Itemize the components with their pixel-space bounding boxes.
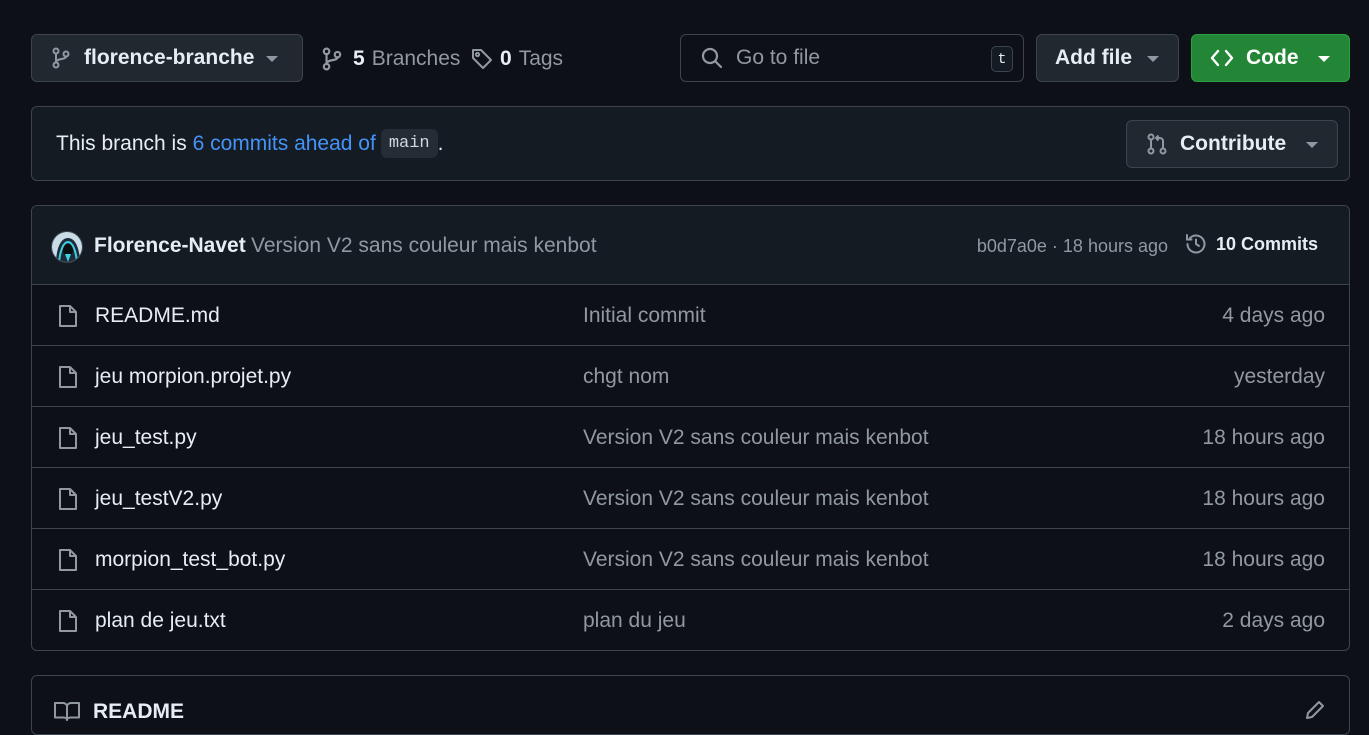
file-commit-message[interactable]: plan du jeu bbox=[583, 609, 686, 633]
file-icon bbox=[58, 426, 78, 450]
branch-name: florence-branche bbox=[84, 46, 255, 69]
ahead-suffix: . bbox=[437, 131, 444, 155]
commit-hash-and-time[interactable]: b0d7a0e · 18 hours ago bbox=[977, 236, 1168, 257]
file-commit-message[interactable]: Initial commit bbox=[583, 304, 706, 328]
git-branch-icon bbox=[322, 47, 342, 71]
avatar[interactable] bbox=[51, 231, 83, 263]
file-name[interactable]: plan de jeu.txt bbox=[95, 609, 226, 633]
branches-link[interactable]: 5 Branches bbox=[322, 44, 460, 74]
chevron-down-icon bbox=[1147, 56, 1159, 62]
file-commit-date: 4 days ago bbox=[1222, 304, 1325, 327]
file-icon bbox=[58, 548, 78, 572]
file-row[interactable]: jeu morpion.projet.py chgt nom yesterday bbox=[32, 346, 1349, 407]
branches-count: 5 bbox=[353, 47, 365, 70]
search-icon bbox=[701, 47, 723, 69]
branch-ahead-banner: This branch is 6 commits ahead of main .… bbox=[31, 106, 1350, 181]
git-branch-icon bbox=[52, 47, 70, 69]
commit-message[interactable]: Version V2 sans couleur mais kenbot bbox=[251, 234, 597, 258]
file-icon bbox=[58, 304, 78, 328]
contribute-button[interactable]: Contribute bbox=[1126, 120, 1338, 168]
latest-commit-bar: Florence-Navet Version V2 sans couleur m… bbox=[32, 206, 1349, 285]
tags-count: 0 bbox=[500, 47, 512, 70]
file-commit-date: 2 days ago bbox=[1222, 609, 1325, 632]
chevron-down-icon bbox=[1318, 56, 1330, 62]
file-commit-message[interactable]: Version V2 sans couleur mais kenbot bbox=[583, 426, 929, 450]
file-name[interactable]: jeu_testV2.py bbox=[95, 487, 222, 511]
code-icon bbox=[1210, 49, 1234, 67]
ahead-message: This branch is 6 commits ahead of main . bbox=[56, 129, 443, 158]
chevron-down-icon bbox=[1306, 142, 1318, 148]
file-name[interactable]: jeu_test.py bbox=[95, 426, 197, 450]
commits-count-label: 10 Commits bbox=[1215, 233, 1318, 254]
commits-history-link[interactable]: 10 Commits bbox=[1184, 232, 1318, 256]
commits-ahead-link[interactable]: 6 commits ahead of bbox=[193, 132, 376, 156]
file-row[interactable]: jeu_testV2.py Version V2 sans couleur ma… bbox=[32, 468, 1349, 529]
base-branch-label: main bbox=[380, 129, 438, 158]
branches-label: Branches bbox=[371, 47, 461, 70]
contribute-label: Contribute bbox=[1180, 132, 1287, 155]
file-name[interactable]: morpion_test_bot.py bbox=[95, 548, 285, 572]
file-commit-message[interactable]: Version V2 sans couleur mais kenbot bbox=[583, 487, 929, 511]
tag-icon bbox=[471, 48, 493, 70]
file-commit-date: 18 hours ago bbox=[1202, 426, 1325, 449]
file-commit-message[interactable]: Version V2 sans couleur mais kenbot bbox=[583, 548, 929, 572]
tags-link[interactable]: 0 Tags bbox=[471, 44, 563, 74]
pencil-icon[interactable] bbox=[1305, 700, 1325, 720]
chevron-down-icon bbox=[266, 56, 278, 62]
file-icon bbox=[58, 365, 78, 389]
keyboard-shortcut-hint: t bbox=[991, 46, 1013, 72]
readme-panel: README bbox=[31, 675, 1350, 735]
file-commit-date: 18 hours ago bbox=[1202, 548, 1325, 571]
code-button[interactable]: Code bbox=[1191, 34, 1350, 82]
pull-request-icon bbox=[1147, 133, 1167, 155]
file-commit-date: 18 hours ago bbox=[1202, 487, 1325, 510]
file-row[interactable]: README.md Initial commit 4 days ago bbox=[32, 285, 1349, 346]
add-file-label: Add file bbox=[1055, 46, 1132, 69]
file-row[interactable]: jeu_test.py Version V2 sans couleur mais… bbox=[32, 407, 1349, 468]
book-icon bbox=[54, 701, 80, 721]
add-file-button[interactable]: Add file bbox=[1036, 34, 1179, 82]
go-to-file-search[interactable]: t bbox=[680, 34, 1024, 82]
file-row[interactable]: morpion_test_bot.py Version V2 sans coul… bbox=[32, 529, 1349, 590]
history-icon bbox=[1184, 232, 1208, 256]
readme-title[interactable]: README bbox=[93, 700, 184, 724]
file-name[interactable]: jeu morpion.projet.py bbox=[95, 365, 291, 389]
commit-author[interactable]: Florence-Navet bbox=[94, 234, 246, 258]
file-icon bbox=[58, 609, 78, 633]
code-label: Code bbox=[1246, 46, 1299, 69]
ahead-prefix: This branch is bbox=[56, 131, 193, 155]
file-name[interactable]: README.md bbox=[95, 304, 220, 328]
file-row[interactable]: plan de jeu.txt plan du jeu 2 days ago bbox=[32, 590, 1349, 650]
branch-select-button[interactable]: florence-branche bbox=[31, 34, 303, 82]
search-input[interactable] bbox=[736, 46, 976, 70]
file-list: Florence-Navet Version V2 sans couleur m… bbox=[31, 205, 1350, 651]
file-commit-message[interactable]: chgt nom bbox=[583, 365, 669, 389]
file-commit-date: yesterday bbox=[1233, 365, 1325, 388]
file-icon bbox=[58, 487, 78, 511]
tags-label: Tags bbox=[518, 47, 564, 70]
